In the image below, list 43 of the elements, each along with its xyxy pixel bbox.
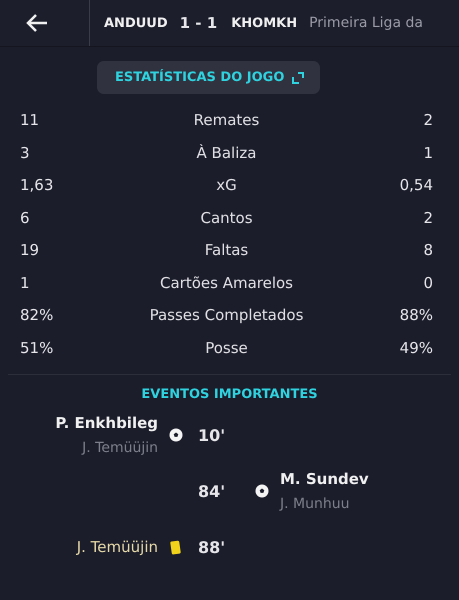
- football-icon: [169, 428, 183, 442]
- stat-label: Passes Completados: [148, 306, 304, 324]
- player-name: J. Temüüjin: [76, 538, 158, 556]
- stat-label: Cantos: [199, 208, 254, 227]
- home-value: 1,63: [20, 176, 54, 194]
- match-stats-button[interactable]: ESTATÍSTICAS DO JOGO: [97, 61, 320, 94]
- stat-label: xG: [215, 176, 238, 194]
- score: 1 - 1: [180, 14, 218, 32]
- away-team: KHOMKH: [231, 16, 298, 30]
- away-value: 2: [422, 111, 433, 130]
- player-name: M. Sundev: [280, 470, 369, 488]
- away-value: 88%: [398, 306, 433, 324]
- section-title: EVENTOS IMPORTANTES: [140, 387, 319, 402]
- stat-label: À Baliza: [196, 144, 258, 162]
- home-value: 51%: [20, 338, 54, 357]
- player-name: P. Enkhbileg: [55, 414, 158, 432]
- stat-label: Posse: [204, 338, 249, 357]
- booking-card-icon: [170, 540, 182, 554]
- home-team: ANDUUD: [104, 16, 168, 30]
- event-minute: 88': [197, 538, 226, 556]
- home-value: 3: [20, 144, 31, 162]
- assist-name: J. Munhuu: [280, 496, 350, 512]
- event-minute: 10': [197, 426, 226, 444]
- away-value: 1: [422, 144, 433, 162]
- away-value: 0,54: [398, 176, 433, 194]
- back-arrow-icon[interactable]: [24, 13, 48, 33]
- away-value: 8: [422, 241, 433, 260]
- competition-name: Primeira Liga da: [309, 15, 423, 31]
- home-value: 11: [20, 111, 40, 130]
- stat-label: Remates: [192, 111, 260, 130]
- home-value: 19: [20, 241, 40, 260]
- home-value: 82%: [20, 306, 54, 324]
- away-value: 2: [422, 208, 433, 227]
- event-minute: 84': [197, 482, 226, 500]
- assist-name: J. Temüüjin: [82, 440, 158, 456]
- home-value: 6: [20, 208, 31, 227]
- away-value: 0: [422, 274, 433, 292]
- away-value: 49%: [398, 338, 433, 357]
- expand-icon: [292, 72, 304, 84]
- home-value: 1: [20, 274, 31, 292]
- stat-label: Faltas: [204, 241, 250, 260]
- stat-label: Cartões Amarelos: [159, 274, 294, 292]
- football-icon: [255, 484, 269, 498]
